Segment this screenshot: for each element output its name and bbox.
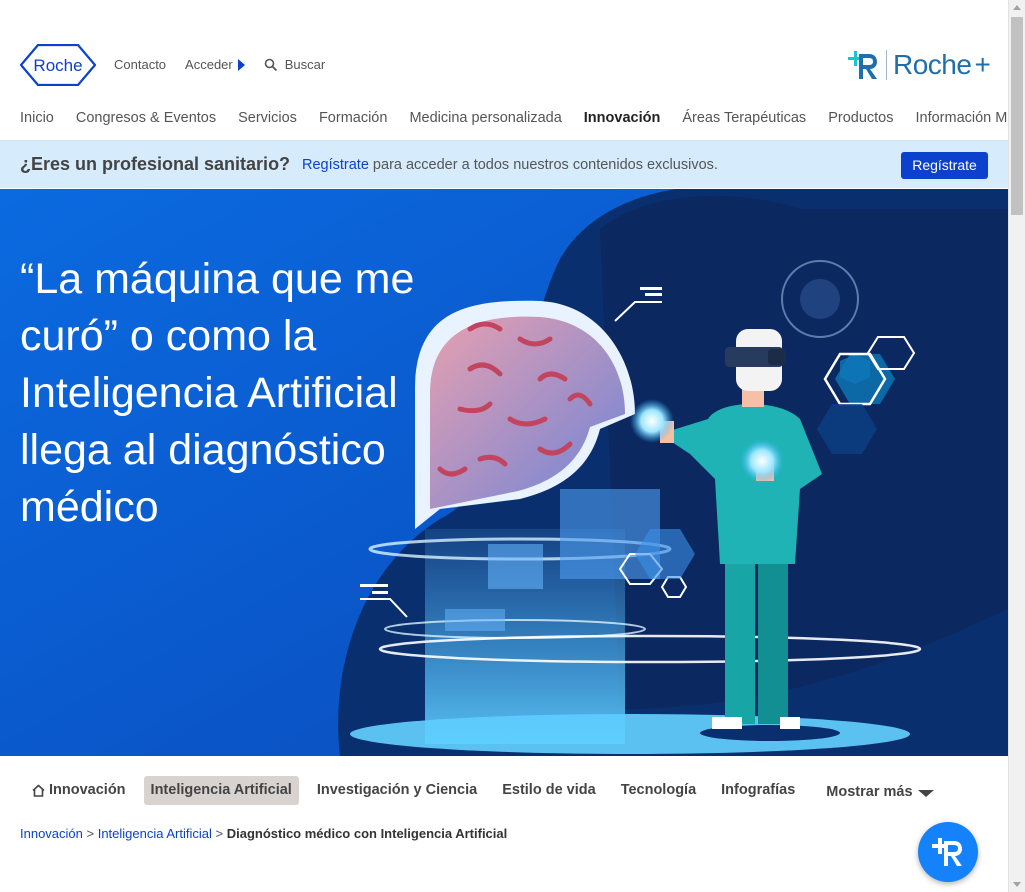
nav-item-medicina-personalizada[interactable]: Medicina personalizada <box>409 110 561 126</box>
roche-logo-text: Roche <box>33 56 82 75</box>
search-icon <box>264 58 277 71</box>
roche-plus-text: Roche + <box>886 49 991 80</box>
register-button[interactable]: Regístrate <box>901 152 988 179</box>
top-links: Contacto Acceder Buscar <box>114 57 344 72</box>
roche-plus-suffix: + <box>974 49 991 80</box>
login-label: Acceder <box>185 57 233 72</box>
breadcrumb-item-innovacion[interactable]: Innovación <box>20 826 83 841</box>
show-more-button[interactable]: Mostrar más <box>826 777 934 806</box>
search-placeholder: Buscar <box>284 57 326 72</box>
site-header: Roche Contacto Acceder Buscar Roche + Ini… <box>0 0 1025 140</box>
tab-estilo-de-vida[interactable]: Estilo de vida <box>502 776 595 805</box>
nav-item-congresos[interactable]: Congresos & Eventos <box>76 110 216 126</box>
roche-plus-icon <box>932 838 962 866</box>
section-subnav: Innovación Inteligencia Artificial Inves… <box>32 774 959 806</box>
tab-infografias[interactable]: Infografías <box>721 776 795 805</box>
tab-investigacion-ciencia[interactable]: Investigación y Ciencia <box>317 776 477 805</box>
roche-plus-word: Roche <box>893 49 972 80</box>
nav-item-productos[interactable]: Productos <box>828 110 893 126</box>
tab-innovacion-label: Innovación <box>49 782 126 798</box>
roche-plus-brand[interactable]: Roche + <box>846 48 991 82</box>
tab-inteligencia-artificial[interactable]: Inteligencia Artificial <box>143 775 299 805</box>
nav-item-servicios[interactable]: Servicios <box>238 110 297 126</box>
banner-register-link[interactable]: Regístrate <box>302 157 369 173</box>
hcp-banner: ¿Eres un profesional sanitario? Regístra… <box>0 140 1008 188</box>
banner-message: Regístrate para acceder a todos nuestros… <box>302 157 718 173</box>
nav-item-formacion[interactable]: Formación <box>319 110 388 126</box>
scrollbar-thumb[interactable] <box>1011 17 1023 215</box>
roche-plus-chat-button[interactable] <box>918 822 978 882</box>
main-nav: Inicio Congresos & Eventos Servicios For… <box>20 110 1025 126</box>
hero-image: “La máquina que me curó” o como la Intel… <box>0 189 1008 756</box>
breadcrumb-item-ia[interactable]: Inteligencia Artificial <box>98 826 212 841</box>
tab-tecnologia[interactable]: Tecnología <box>621 776 696 805</box>
roche-plus-icon <box>848 51 877 79</box>
roche-logo[interactable]: Roche <box>20 44 96 86</box>
banner-question: ¿Eres un profesional sanitario? <box>20 154 291 174</box>
breadcrumb-separator: > <box>211 826 227 841</box>
login-link[interactable]: Acceder <box>185 57 245 72</box>
breadcrumb: Innovación > Inteligencia Artificial > D… <box>20 826 507 841</box>
hero-title: “La máquina que me curó” o como la Intel… <box>20 255 415 531</box>
show-more-label: Mostrar más <box>826 783 913 800</box>
tab-innovacion[interactable]: Innovación <box>32 776 126 805</box>
banner-message-text: para acceder a todos nuestros contenidos… <box>368 157 718 173</box>
scroll-down-arrow-icon[interactable] <box>1013 882 1021 887</box>
chevron-down-icon <box>917 789 934 797</box>
nav-item-areas-terapeuticas[interactable]: Áreas Terapéuticas <box>682 110 806 126</box>
contact-link[interactable]: Contacto <box>114 57 166 72</box>
search-box[interactable]: Buscar <box>264 57 325 72</box>
vertical-scrollbar[interactable] <box>1008 0 1025 892</box>
scroll-up-arrow-icon[interactable] <box>1013 5 1021 10</box>
nav-item-inicio[interactable]: Inicio <box>20 110 54 126</box>
home-icon <box>32 783 45 797</box>
nav-item-innovacion[interactable]: Innovación <box>584 110 661 126</box>
breadcrumb-separator: > <box>82 826 98 841</box>
breadcrumb-current: Diagnóstico médico con Inteligencia Arti… <box>226 826 508 841</box>
caret-right-icon <box>237 58 245 71</box>
